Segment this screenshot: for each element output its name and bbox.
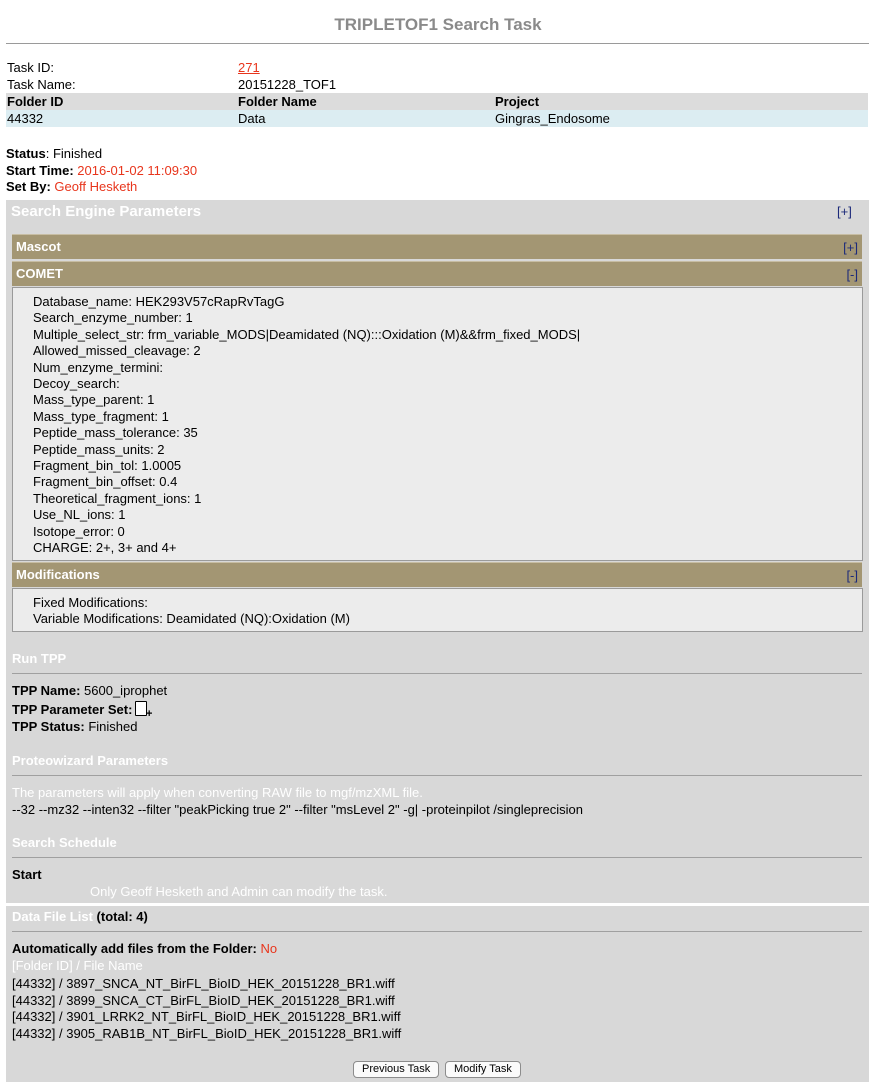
modifications-label: Modifications bbox=[16, 567, 100, 582]
status-value: Finished bbox=[52, 146, 103, 161]
mascot-label: Mascot bbox=[16, 239, 61, 254]
fixed-modifications: Fixed Modifications: bbox=[33, 595, 148, 610]
data-file-total: (total: 4) bbox=[96, 909, 148, 924]
task-id-link[interactable]: 271 bbox=[238, 60, 260, 75]
file-list-item: [44332] / 3897_SNCA_NT_BirFL_BioID_HEK_2… bbox=[12, 976, 395, 991]
tpp-name-value: 5600_iprophet bbox=[84, 683, 168, 698]
start-time-label: Start Time: bbox=[6, 162, 74, 178]
tpp-status-value: Finished bbox=[88, 719, 138, 734]
variable-modifications: Variable Modifications: Deamidated (NQ):… bbox=[33, 611, 350, 627]
set-by-line: Set By: Geoff Hesketh bbox=[6, 179, 197, 196]
comet-params-list: Database_name: HEK293V57cRapRvTagG Search… bbox=[33, 294, 580, 557]
comet-param-line: Peptide_mass_units: 2 bbox=[33, 441, 165, 457]
comet-label: COMET bbox=[16, 266, 63, 281]
schedule-start: Start bbox=[12, 867, 42, 882]
search-schedule-divider bbox=[12, 857, 862, 858]
comet-param-line: Num_enzyme_termini: bbox=[33, 359, 164, 375]
comet-param-line: Mass_type_parent: 1 bbox=[33, 392, 155, 408]
comet-param-line: Fragment_bin_tol: 1.0005 bbox=[33, 458, 182, 474]
search-engine-title: Search Engine Parameters bbox=[11, 203, 202, 220]
start-time-value: 2016-01-02 11:09:30 bbox=[77, 162, 198, 178]
auto-add-label: Automatically add files from the Folder: bbox=[12, 941, 257, 956]
run-tpp-divider bbox=[12, 673, 862, 674]
folder-id-header: Folder ID bbox=[7, 94, 64, 109]
start-time-line: Start Time: 2016-01-02 11:09:30 bbox=[6, 163, 197, 180]
comet-param-line: Search_enzyme_number: 1 bbox=[33, 310, 193, 326]
auto-add-line: Automatically add files from the Folder:… bbox=[12, 941, 277, 956]
modifications-section-bar[interactable]: Modifications [-] bbox=[12, 562, 862, 587]
data-file-title: Data File List bbox=[12, 909, 93, 924]
proteowizard-divider bbox=[12, 775, 862, 776]
folder-name-header: Folder Name bbox=[238, 94, 317, 109]
project-header: Project bbox=[495, 94, 540, 109]
comet-param-line: Mass_type_fragment: 1 bbox=[33, 408, 169, 424]
file-list-item: [44332] / 3905_RAB1B_NT_BirFL_BioID_HEK_… bbox=[12, 1025, 402, 1041]
tpp-status-line: TPP Status: Finished bbox=[12, 719, 137, 734]
set-by-value: Geoff Hesketh bbox=[54, 179, 138, 194]
page-title: TRIPLETOF1 Search Task bbox=[334, 15, 542, 34]
comet-param-line: CHARGE: 2+, 3+ and 4+ bbox=[33, 540, 177, 556]
task-name-label: Task Name: bbox=[7, 77, 76, 92]
comet-toggle[interactable]: [-] bbox=[846, 267, 858, 282]
comet-param-line: Database_name: HEK293V57cRapRvTagG bbox=[33, 294, 285, 309]
file-list-item: [44332] / 3899_SNCA_CT_BirFL_BioID_HEK_2… bbox=[12, 992, 395, 1008]
search-schedule-title: Search Schedule bbox=[12, 835, 117, 850]
comet-param-line: Theoretical_fragment_ions: 1 bbox=[33, 490, 202, 506]
folder-table-header: Folder ID Folder Name Project bbox=[6, 93, 868, 110]
status-block: Status: Finished Start Time: 2016-01-02 … bbox=[6, 146, 197, 196]
comet-param-line: Fragment_bin_offset: 0.4 bbox=[33, 474, 178, 490]
data-file-heading: Data File List (total: 4) bbox=[12, 909, 148, 924]
comet-param-line: Use_NL_ions: 1 bbox=[33, 507, 126, 523]
tpp-status-label: TPP Status: bbox=[12, 719, 85, 734]
tpp-param-label: TPP Parameter Set: bbox=[12, 702, 133, 717]
title-divider bbox=[6, 43, 869, 44]
modify-permission-note: Only Geoff Hesketh and Admin can modify … bbox=[90, 884, 388, 899]
comet-param-line: Peptide_mass_tolerance: 35 bbox=[33, 425, 198, 441]
proteowizard-params: --32 --mz32 --inten32 --filter "peakPick… bbox=[12, 802, 583, 817]
status-line: Status: Finished bbox=[6, 146, 103, 161]
search-engine-toggle[interactable]: [+] bbox=[837, 204, 852, 219]
tpp-name-line: TPP Name: 5600_iprophet bbox=[12, 683, 167, 698]
comet-param-line: Multiple_select_str: frm_variable_MODS|D… bbox=[33, 326, 581, 342]
file-list-header: [Folder ID] / File Name bbox=[12, 958, 143, 973]
folder-table-row: 44332 Data Gingras_Endosome bbox=[6, 110, 868, 127]
modifications-list: Fixed Modifications: Variable Modificati… bbox=[33, 595, 350, 628]
comet-section-bar[interactable]: COMET [-] bbox=[12, 261, 862, 286]
comet-param-line: Allowed_missed_cleavage: 2 bbox=[33, 343, 201, 359]
status-label: Status bbox=[6, 146, 46, 161]
proteowizard-note: The parameters will apply when convertin… bbox=[12, 785, 423, 800]
mascot-section-bar[interactable]: Mascot [+] bbox=[12, 234, 862, 259]
auto-add-value: No bbox=[260, 941, 278, 956]
tpp-name-label: TPP Name: bbox=[12, 683, 81, 698]
run-tpp-title: Run TPP bbox=[12, 651, 67, 666]
proteowizard-title: Proteowizard Parameters bbox=[12, 753, 169, 768]
comet-param-line: Decoy_search: bbox=[33, 376, 120, 392]
comet-params-box: Database_name: HEK293V57cRapRvTagG Search… bbox=[12, 287, 863, 561]
task-id-label: Task ID: bbox=[7, 60, 54, 75]
comet-param-line: Isotope_error: 0 bbox=[33, 523, 125, 539]
modify-task-button[interactable]: Modify Task bbox=[445, 1061, 521, 1078]
file-list: [44332] / 3897_SNCA_NT_BirFL_BioID_HEK_2… bbox=[12, 976, 401, 1042]
previous-task-button[interactable]: Previous Task bbox=[353, 1061, 440, 1078]
folder-id-cell: 44332 bbox=[7, 111, 44, 126]
modifications-box: Fixed Modifications: Variable Modificati… bbox=[12, 588, 863, 632]
file-list-item: [44332] / 3901_LRRK2_NT_BirFL_BioID_HEK_… bbox=[12, 1009, 401, 1024]
project-cell: Gingras_Endosome bbox=[495, 111, 610, 126]
set-by-label: Set By: bbox=[6, 179, 51, 194]
add-document-icon[interactable] bbox=[135, 701, 152, 720]
folder-name-cell: Data bbox=[238, 111, 266, 126]
tpp-param-line: TPP Parameter Set: bbox=[12, 701, 152, 720]
task-name-value: 20151228_TOF1 bbox=[238, 77, 337, 92]
mascot-toggle[interactable]: [+] bbox=[843, 240, 858, 255]
modifications-toggle[interactable]: [-] bbox=[846, 568, 858, 583]
data-file-divider bbox=[12, 931, 862, 932]
